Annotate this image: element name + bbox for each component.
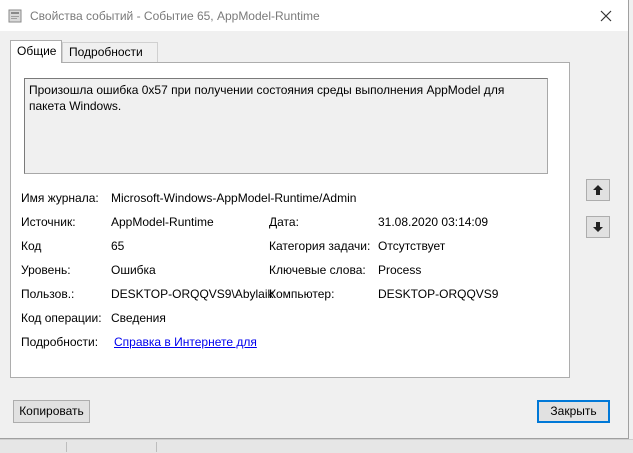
close-window-button[interactable]: [584, 0, 628, 31]
close-icon: [600, 10, 612, 21]
task-category-label: Категория задачи:: [269, 239, 371, 253]
level-value[interactable]: Ошибка: [111, 262, 156, 278]
code-value[interactable]: 65: [111, 238, 124, 254]
title-bar[interactable]: Свойства событий - Событие 65, AppModel-…: [0, 0, 628, 31]
event-viewer-icon: [8, 9, 22, 23]
tab-details[interactable]: Подробности: [62, 42, 158, 62]
background-divider: [66, 442, 156, 452]
general-tab-panel: Произошла ошибка 0x57 при получении сост…: [10, 62, 570, 378]
source-label: Источник:: [21, 215, 76, 229]
computer-value[interactable]: DESKTOP-ORQQVS9: [378, 286, 498, 302]
task-category-value[interactable]: Отсутствует: [378, 238, 445, 254]
computer-label: Компьютер:: [269, 287, 335, 301]
details-label: Подробности:: [21, 335, 99, 349]
arrow-up-icon: [593, 185, 603, 195]
window-title: Свойства событий - Событие 65, AppModel-…: [30, 9, 320, 23]
close-button[interactable]: Закрыть: [537, 400, 610, 423]
event-message-box[interactable]: Произошла ошибка 0x57 при получении сост…: [24, 78, 548, 174]
online-help-link[interactable]: Справка в Интернете для: [114, 334, 257, 350]
code-label: Код: [21, 239, 42, 253]
tab-general[interactable]: Общие: [10, 40, 62, 63]
date-label: Дата:: [269, 215, 299, 229]
opcode-value[interactable]: Сведения: [111, 310, 166, 326]
date-value[interactable]: 31.08.2020 03:14:09: [378, 214, 488, 230]
event-properties-window: Свойства событий - Событие 65, AppModel-…: [0, 0, 629, 439]
arrow-down-icon: [593, 222, 603, 232]
background-divider: [156, 442, 556, 452]
log-name-value[interactable]: Microsoft-Windows-AppModel-Runtime/Admin: [111, 190, 356, 206]
user-value[interactable]: DESKTOP-ORQQVS9\Abylaik: [111, 286, 274, 302]
log-name-label: Имя журнала:: [21, 191, 99, 205]
keywords-value[interactable]: Process: [378, 262, 421, 278]
copy-button[interactable]: Копировать: [13, 400, 90, 423]
level-label: Уровень:: [21, 263, 71, 277]
opcode-label: Код операции:: [21, 311, 102, 325]
user-label: Пользов.:: [21, 287, 75, 301]
background-window-strip: [0, 439, 633, 453]
previous-event-button[interactable]: [586, 179, 610, 201]
next-event-button[interactable]: [586, 216, 610, 238]
keywords-label: Ключевые слова:: [269, 263, 366, 277]
source-value[interactable]: AppModel-Runtime: [111, 214, 214, 230]
